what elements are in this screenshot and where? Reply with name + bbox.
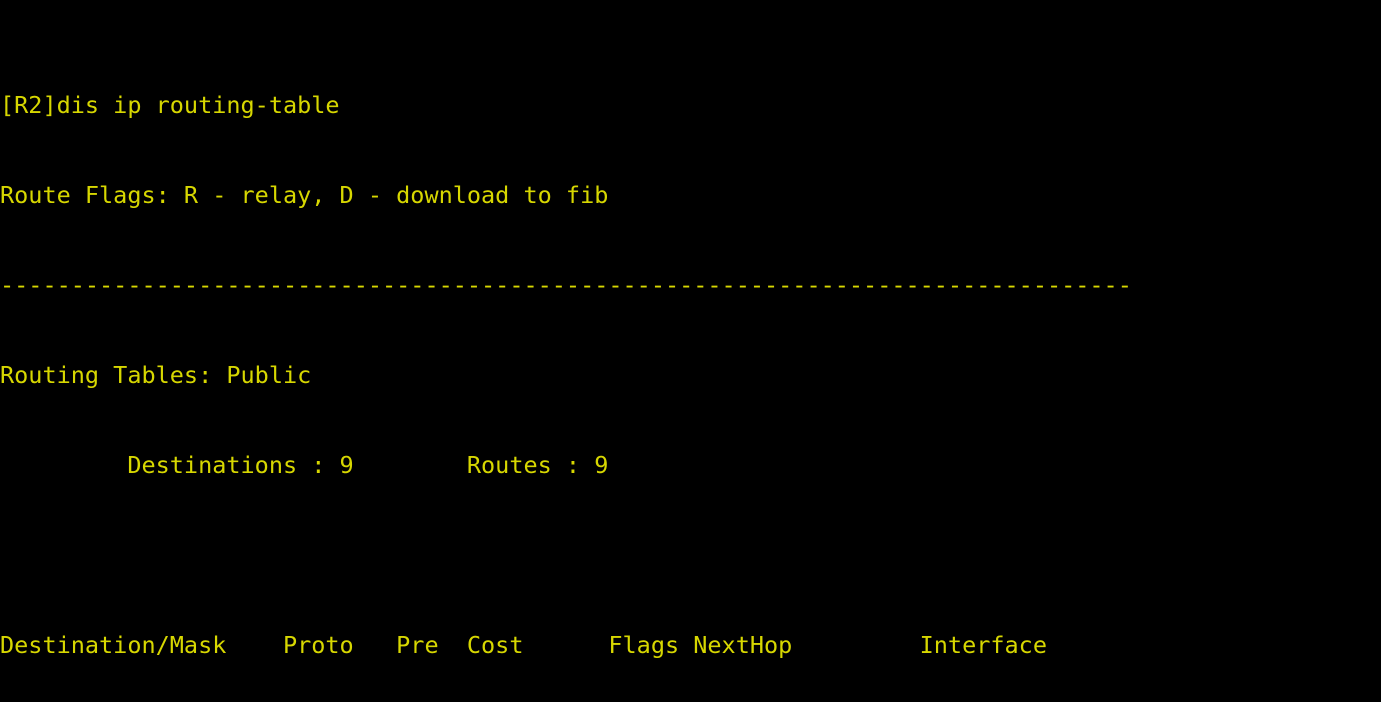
blank-line-1 — [0, 540, 1381, 570]
routing-tables-line: Routing Tables: Public — [0, 361, 312, 389]
terminal-screen[interactable]: [R2]dis ip routing-table Route Flags: R … — [0, 0, 1381, 702]
table-header-line: Destination/Mask Proto Pre Cost Flags Ne… — [0, 631, 1047, 659]
separator-line: ----------------------------------------… — [0, 271, 1132, 299]
route-flags-line: Route Flags: R - relay, D - download to … — [0, 181, 609, 209]
command-line: [R2]dis ip routing-table — [0, 91, 340, 119]
summary-line: Destinations : 9 Routes : 9 — [0, 451, 609, 479]
